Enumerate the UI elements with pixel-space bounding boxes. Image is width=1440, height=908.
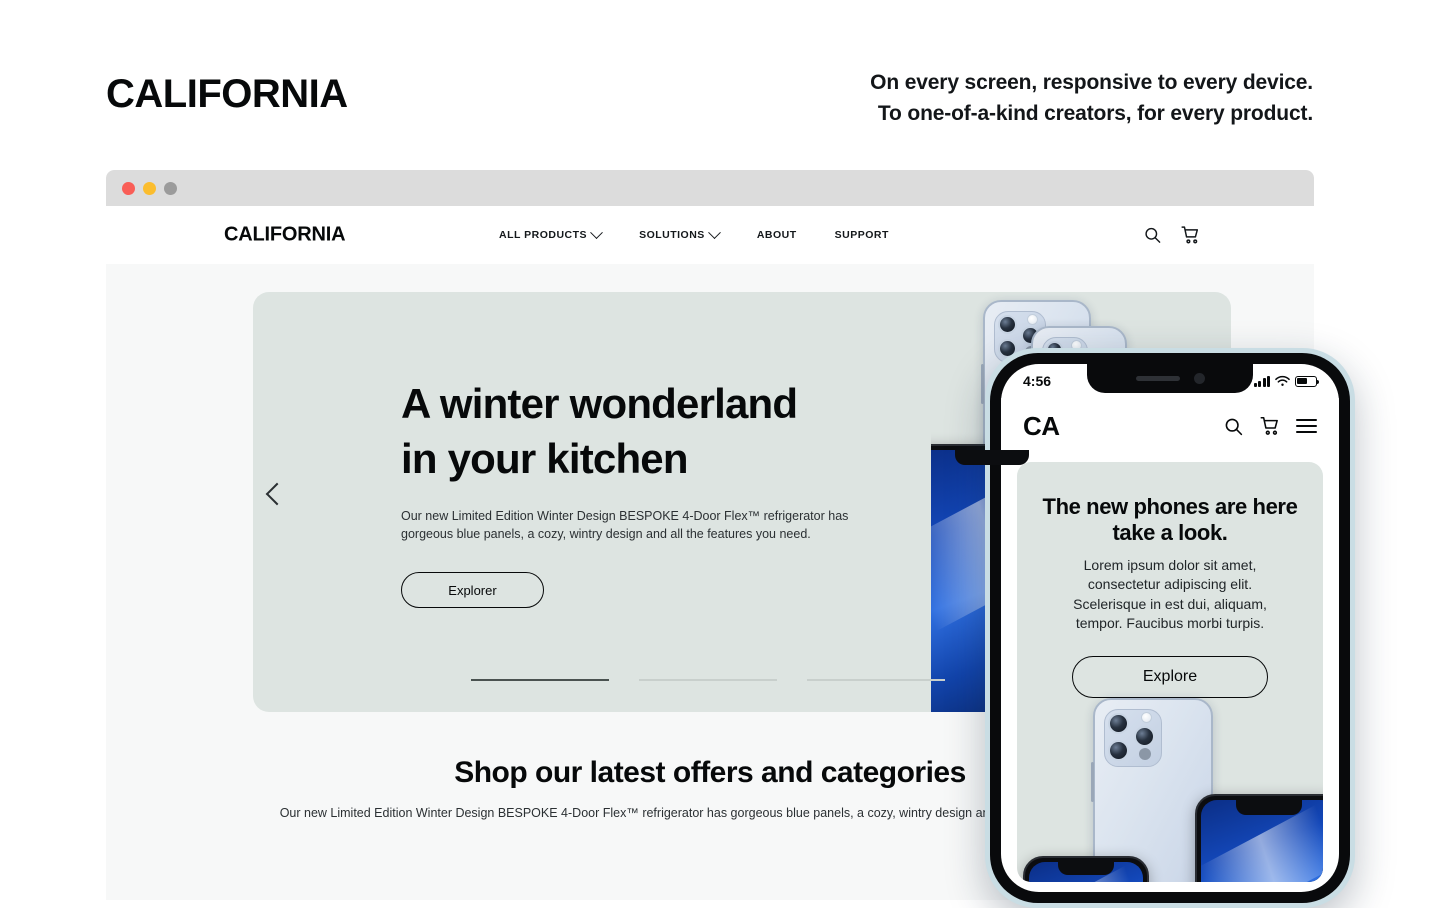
- tagline: On every screen, responsive to every dev…: [870, 68, 1313, 129]
- mobile-hero-title-line-1: The new phones are here: [1042, 494, 1298, 519]
- mobile-hero-body-line-3: Scelerisque in est dui, aliquam,: [1073, 595, 1267, 612]
- status-indicators: [1253, 375, 1320, 387]
- wifi-icon: [1275, 375, 1290, 386]
- flash-icon: [1141, 712, 1152, 723]
- chevron-down-icon: [590, 225, 603, 239]
- menu-icon[interactable]: [1296, 418, 1317, 434]
- chevron-down-icon: [707, 225, 721, 239]
- mobile-nav: CA: [1001, 398, 1339, 454]
- iphone-notch: [955, 450, 1029, 465]
- camera-lens: [1108, 713, 1129, 734]
- phone-mockup: 4:56 CA The new phones are here take a l…: [985, 348, 1355, 908]
- mobile-product-image: [1017, 698, 1323, 882]
- carousel-indicator-1[interactable]: [471, 679, 609, 681]
- hero-title-line-2: in your kitchen: [401, 434, 689, 482]
- cart-icon[interactable]: [1180, 225, 1201, 246]
- mobile-hero: The new phones are here take a look. Lor…: [1017, 462, 1323, 882]
- mobile-cta-button[interactable]: Explore: [1072, 656, 1268, 699]
- window-close-button[interactable]: [122, 181, 135, 195]
- tagline-line-2: To one-of-a-kind creators, for every pro…: [877, 101, 1313, 125]
- window-maximize-button[interactable]: [164, 181, 177, 195]
- iphone-side-button: [1091, 762, 1094, 802]
- hero-description: Our new Limited Edition Winter Design BE…: [401, 509, 849, 542]
- nav-item-solutions[interactable]: SOLUTIONS: [639, 225, 721, 241]
- status-bar: 4:56: [1001, 364, 1339, 398]
- mobile-hero-body-line-1: Lorem ipsum dolor sit amet,: [1083, 556, 1257, 573]
- iphone-side-button: [981, 364, 984, 404]
- page-header: CALIFORNIA On every screen, responsive t…: [0, 0, 1440, 160]
- carousel-indicator-2[interactable]: [639, 679, 777, 681]
- camera-lens: [1134, 726, 1155, 747]
- nav-item-all-products-label: ALL PRODUCTS: [499, 229, 588, 241]
- camera-lens: [998, 315, 1017, 334]
- mobile-hero-description: Lorem ipsum dolor sit amet, consectetur …: [1037, 556, 1303, 633]
- mobile-hero-title-line-2: take a look.: [1112, 519, 1228, 545]
- iphone-front-render: [1195, 794, 1323, 882]
- lidar-sensor: [1139, 748, 1151, 760]
- iphone-front-render-2: [1023, 856, 1149, 882]
- nav-item-support[interactable]: SUPPORT: [835, 229, 889, 241]
- desktop-nav-links: ALL PRODUCTS SOLUTIONS ABOUT SUPPORT: [499, 225, 889, 241]
- mobile-nav-icons: [1223, 415, 1317, 437]
- flash-icon: [1027, 314, 1038, 325]
- mobile-hero-body-line-4: tempor. Faucibus morbi turpis.: [1075, 614, 1265, 631]
- hero-title-line-1: A winter wonderland: [401, 380, 798, 427]
- status-time: 4:56: [1023, 373, 1052, 389]
- nav-item-about[interactable]: ABOUT: [757, 229, 797, 241]
- signal-icon: [1253, 375, 1270, 387]
- window-minimize-button[interactable]: [143, 181, 156, 195]
- carousel-indicators: [471, 679, 945, 681]
- mobile-nav-logo[interactable]: CA: [1023, 411, 1060, 442]
- brand-logo: CALIFORNIA: [106, 72, 348, 116]
- hero-content: A winter wonderland in your kitchen Our …: [401, 377, 921, 609]
- battery-icon: [1295, 375, 1320, 387]
- desktop-nav-logo[interactable]: CALIFORNIA: [224, 224, 346, 247]
- search-icon[interactable]: [1143, 226, 1162, 245]
- tagline-line-1: On every screen, responsive to every dev…: [870, 71, 1313, 94]
- iphone-notch: [1236, 800, 1302, 815]
- phone-bezel: 4:56 CA The new phones are here take a l…: [990, 353, 1350, 903]
- camera-module: [1104, 709, 1162, 767]
- iphone-notch: [1058, 862, 1114, 875]
- phone-screen: 4:56 CA The new phones are here take a l…: [1001, 364, 1339, 892]
- search-icon[interactable]: [1223, 416, 1244, 437]
- nav-item-all-products[interactable]: ALL PRODUCTS: [499, 225, 603, 241]
- nav-item-solutions-label: SOLUTIONS: [639, 229, 705, 241]
- mobile-hero-body-line-2: consectetur adipiscing elit.: [1087, 576, 1253, 593]
- camera-lens: [1108, 740, 1129, 761]
- hero-title: A winter wonderland in your kitchen: [401, 377, 921, 486]
- desktop-site-nav: CALIFORNIA ALL PRODUCTS SOLUTIONS ABOUT …: [106, 206, 1314, 264]
- browser-titlebar: [106, 170, 1314, 206]
- carousel-indicator-3[interactable]: [807, 679, 945, 681]
- carousel-prev-button[interactable]: [265, 482, 289, 506]
- mobile-hero-title: The new phones are here take a look.: [1037, 494, 1303, 546]
- desktop-nav-icons: [1143, 225, 1201, 246]
- hero-cta-button[interactable]: Explorer: [401, 572, 544, 609]
- cart-icon[interactable]: [1259, 415, 1281, 437]
